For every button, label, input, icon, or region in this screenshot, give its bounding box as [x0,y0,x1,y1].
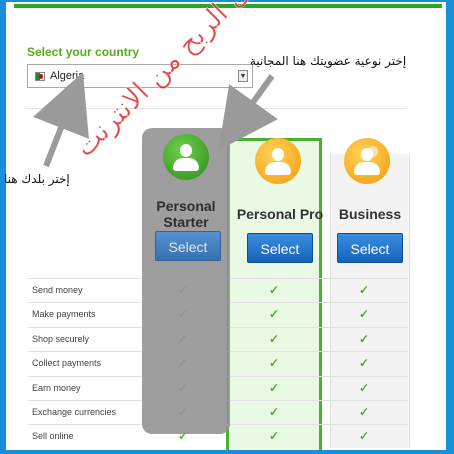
feature-label: Send money [32,285,83,295]
check-icon: ✓ [359,331,370,346]
feature-label: Make payments [32,309,96,320]
feature-label: Collect payments [32,358,102,369]
select-personal-starter-button[interactable]: Select [155,231,221,261]
annotation-choose-membership: إختر نوعية عضويتك هنا المجانية [250,54,407,68]
check-icon: ✓ [269,380,280,395]
check-icon: ✓ [359,356,370,371]
user-avatar-icon [163,134,209,180]
country-label: Select your country [27,45,140,59]
user-avatar-icon [255,138,301,184]
users-group-icon [344,138,390,184]
check-icon: ✓ [269,331,280,346]
check-icon: ✓ [269,405,280,419]
check-icon: ✓ [359,283,370,297]
feature-label: Shop securely [32,333,90,344]
check-icon: ✓ [269,356,280,371]
feature-label: Sell online [32,431,74,442]
check-icon: ✓ [269,429,280,444]
country-value: Algeria [50,70,85,82]
select-business-button[interactable]: Select [337,233,403,263]
check-icon: ✓ [269,283,280,297]
algeria-flag-icon [35,72,45,81]
plan-name-personal-starter: Personal Starter [156,198,216,230]
plan-name-personal-pro: Personal Pro [236,206,324,222]
dropdown-arrow-icon[interactable]: ▼ [238,70,248,82]
check-icon: ✓ [359,307,370,322]
check-icon: ✓ [269,307,280,322]
check-icon: ✓ [359,405,370,419]
check-icon: ✓ [359,429,370,444]
plan-name-business: Business [338,206,402,222]
feature-label: Earn money [32,382,81,393]
divider [26,108,406,109]
check-icon: ✓ [359,380,370,395]
select-personal-pro-button[interactable]: Select [247,233,313,263]
feature-label: Exchange currencies [32,407,117,417]
annotation-choose-country: إختر بلدك هنا [4,172,70,186]
